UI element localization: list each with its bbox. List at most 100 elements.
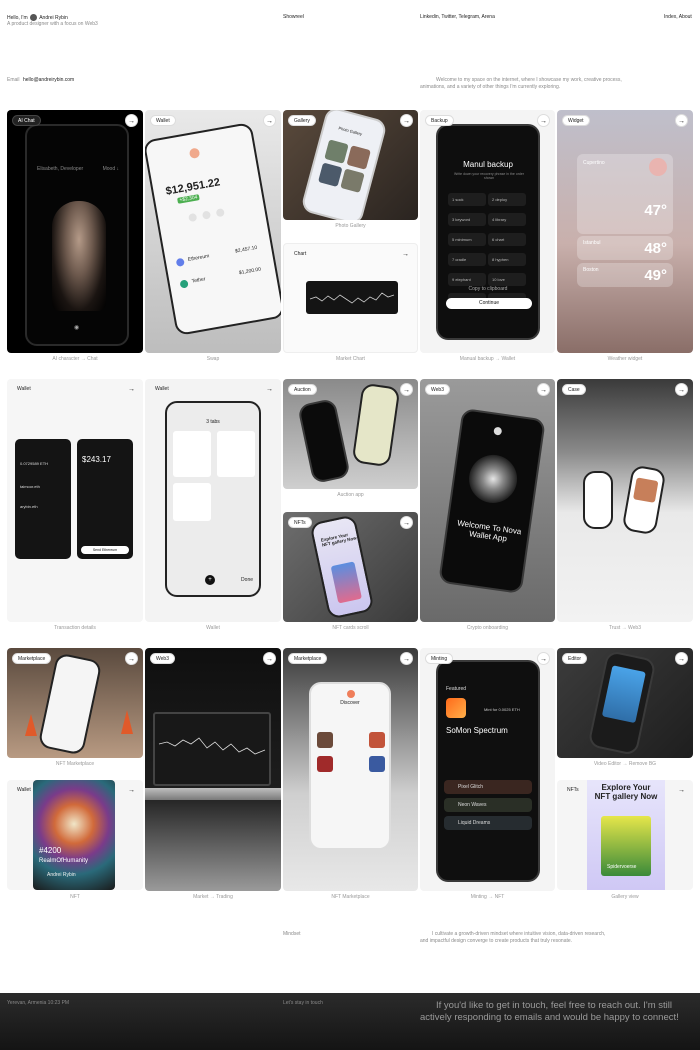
card-nfts-gallery[interactable]: NFTs → Explore Your NFT gallery Now Spid… (557, 780, 693, 890)
card-web3-trading[interactable]: Web3 → (145, 648, 281, 891)
badge: Minting (425, 653, 454, 664)
nft-card[interactable]: Spidervoerse (601, 816, 651, 876)
portfolio-page: { "header": { "intro_prefix": "Hello, I'… (0, 0, 700, 1050)
mint-price[interactable]: Mint for 0.0025 ETH (484, 707, 520, 712)
card-ai-chat[interactable]: Elisabeth, Developer Mood ↓ ◉ AI Chat → (7, 110, 143, 353)
asset-row-1-value: $2,457.10 (234, 244, 258, 255)
open-arrow-icon[interactable]: → (675, 383, 688, 396)
card-widget[interactable]: Cupertino 47° Istanbul 48° Boston 49° Wi… (557, 110, 693, 353)
nav-index-about[interactable]: Index, About (664, 14, 692, 21)
open-arrow-icon[interactable]: → (400, 383, 413, 396)
card-auction[interactable]: Auction → (283, 379, 418, 489)
caption: AI character → Chat (52, 356, 98, 362)
swap-button[interactable] (201, 210, 212, 220)
email-link[interactable]: hello@andreirybin.com (23, 77, 74, 84)
caption: Market Chart (336, 356, 365, 362)
badge: Gallery (288, 115, 316, 126)
phone-mockup: $12,951.22 +$2,304 Ethereum $2,457.10 Te… (145, 121, 281, 337)
add-tab-button[interactable]: + (205, 575, 215, 585)
done-button[interactable]: Done (241, 577, 253, 583)
card-nfts-scroll[interactable]: Explore Your NFT gallery Now NFTs → (283, 512, 418, 622)
badge: Backup (425, 115, 454, 126)
open-arrow-icon[interactable]: → (125, 784, 138, 797)
seed-word: 4 library (488, 213, 526, 226)
seed-word: 1 sock (448, 193, 486, 206)
screen-title: Discover (340, 700, 360, 706)
camera-icon[interactable]: ◉ (74, 324, 79, 331)
gallery-thumb[interactable] (340, 168, 365, 193)
send-button[interactable] (188, 212, 198, 223)
mint-row[interactable]: Neon Waves (444, 798, 532, 812)
tx-panel-left: 0.0729589 ETH taimoor.eth arybin.eth (15, 439, 71, 559)
card-wallet-tabs[interactable]: Wallet → 3 tabs + Done (145, 379, 281, 622)
send-ethereum-button[interactable]: Send Ethereum (81, 546, 129, 554)
card-wallet-nft[interactable]: Wallet → #4200 RealmOfHumanity Andrei Ry… (7, 780, 143, 890)
laptop-base (145, 788, 281, 800)
open-arrow-icon[interactable]: → (537, 652, 550, 665)
open-arrow-icon[interactable]: → (400, 516, 413, 529)
phone-mockup: Manul backup Write down your recovery ph… (436, 124, 540, 340)
temperature: 47° (644, 202, 667, 219)
card-case[interactable]: Case → (557, 379, 693, 622)
tab-preview[interactable] (217, 431, 255, 477)
nav-showreel[interactable]: Showreel (283, 14, 304, 21)
city-name: Istanbul (583, 240, 601, 246)
card-transaction[interactable]: Wallet → 0.0729589 ETH taimoor.eth arybi… (7, 379, 143, 622)
trading-chart-line (158, 737, 266, 755)
mint-row[interactable]: Pixel Glitch (444, 780, 532, 794)
nft-thumb[interactable] (317, 732, 333, 748)
open-arrow-icon[interactable]: → (537, 114, 550, 127)
gallery-thumb[interactable] (318, 162, 343, 187)
tagline: A product designer with a focus on Web3 (7, 21, 98, 27)
gallery-thumb[interactable] (346, 145, 371, 170)
seed-word: 3 keyword (448, 213, 486, 226)
copy-link[interactable]: Copy to clipboard (438, 286, 538, 292)
tab-preview[interactable] (173, 483, 211, 521)
open-arrow-icon[interactable]: → (675, 784, 688, 797)
nft-thumb[interactable] (369, 732, 385, 748)
mindset-label: Mindset (283, 931, 301, 937)
card-chart[interactable]: Chart → (283, 243, 418, 353)
open-arrow-icon[interactable]: → (675, 652, 688, 665)
continue-button[interactable]: Continue (446, 298, 532, 309)
card-backup[interactable]: Manul backup Write down your recovery ph… (420, 110, 555, 353)
open-arrow-icon[interactable]: → (263, 383, 276, 396)
open-arrow-icon[interactable]: → (125, 383, 138, 396)
open-arrow-icon[interactable]: → (537, 383, 550, 396)
open-arrow-icon[interactable]: → (675, 114, 688, 127)
open-arrow-icon[interactable]: → (400, 114, 413, 127)
nft-card[interactable] (330, 561, 362, 604)
card-marketplace-1[interactable]: Marketplace → (7, 648, 143, 758)
eth-icon (175, 257, 185, 267)
open-arrow-icon[interactable]: → (125, 652, 138, 665)
open-arrow-icon[interactable]: → (263, 114, 276, 127)
tab-preview[interactable] (173, 431, 211, 477)
temperature: 48° (644, 240, 667, 257)
card-marketplace-2[interactable]: Discover Marketplace → (283, 648, 418, 891)
open-arrow-icon[interactable]: → (400, 652, 413, 665)
card-gallery[interactable]: Photo Gallery Gallery → (283, 110, 418, 220)
card-minting[interactable]: Featured Mint for 0.0025 ETH SoMon Spect… (420, 648, 555, 891)
gallery-thumb[interactable] (324, 139, 349, 164)
contact-cta[interactable]: If you'd like to get in touch, feel free… (420, 1000, 690, 1023)
phone-mockup: 3 tabs + Done (165, 401, 261, 597)
open-arrow-icon[interactable]: → (263, 652, 276, 665)
tabs-title: 3 tabs (206, 419, 220, 425)
open-arrow-icon[interactable]: → (399, 248, 412, 261)
nft-thumb[interactable] (317, 756, 333, 772)
chat-user: Elisabeth, Developer (37, 166, 84, 172)
mint-row[interactable]: Liquid Dreams (444, 816, 532, 830)
open-arrow-icon[interactable]: → (125, 114, 138, 127)
nav-social-links[interactable]: Linkedin, Twitter, Telegram, Arena (420, 14, 495, 21)
card-editor[interactable]: Editor → (557, 648, 693, 758)
seed-word: 9 elephant (448, 273, 486, 286)
mint-row-label: Liquid Dreams (458, 820, 491, 826)
avatar (188, 147, 201, 160)
author-name[interactable]: Andrei Rybin (39, 15, 68, 21)
nft-thumb[interactable] (369, 756, 385, 772)
buy-button[interactable] (215, 208, 225, 218)
card-wallet-swap[interactable]: $12,951.22 +$2,304 Ethereum $2,457.10 Te… (145, 110, 281, 353)
chart-widget (306, 281, 398, 314)
welcome-text: Welcome to my space on the internet, whe… (420, 77, 622, 90)
card-web3-onboarding[interactable]: Welcome To Nova Wallet App Web3 → (420, 379, 555, 622)
